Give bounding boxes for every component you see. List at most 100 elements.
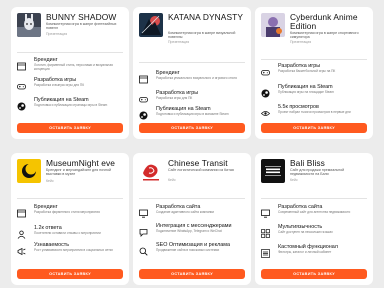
feature-item: Брендинг Разработка фирменного стиля мер… — [17, 204, 125, 224]
feature-item: Разработка игры Разработка баскетбольной… — [261, 63, 369, 83]
layout-icon — [17, 205, 26, 218]
project-card-bunny-shadow[interactable]: BUNNY SHADOW Компьютерная игра в жанре ф… — [11, 7, 129, 139]
project-card-museumnight[interactable]: MuseumNight eve Брендинг и мерчандайзинг… — [11, 153, 129, 285]
eye-icon — [260, 105, 271, 116]
submit-request-button[interactable]: ОСТАВИТЬ ЗАЯВКУ — [139, 123, 245, 133]
divider — [139, 198, 245, 199]
portfolio-grid: BUNNY SHADOW Компьютерная игра в жанре ф… — [11, 7, 373, 285]
project-logo — [139, 13, 163, 37]
feature-desc: Разработка уникального визуального и игр… — [156, 76, 237, 80]
feature-desc: Современный сайт для агентства недвижимо… — [278, 210, 351, 214]
layout-icon — [139, 71, 148, 84]
card-header: KATANA DYNASTY Компьютерная игра в жанре… — [139, 13, 247, 45]
project-tag[interactable]: Презентация — [46, 32, 67, 36]
feature-item: Публикация на Steam Публикация игры на п… — [261, 84, 369, 104]
project-logo — [261, 13, 285, 37]
megaphone-icon — [17, 243, 26, 256]
feature-desc: Создание адаптивного сайта компании — [156, 210, 215, 214]
project-title: BUNNY SHADOW — [46, 12, 117, 22]
card-header: Chinese Transit Сайт логистической компа… — [139, 159, 247, 191]
divider — [261, 198, 367, 199]
feature-desc: Разработка фирменного стиля мероприятия — [34, 210, 100, 214]
project-card-chinese-transit[interactable]: Chinese Transit Сайт логистической компа… — [133, 153, 251, 285]
monitor-icon — [139, 205, 148, 218]
feature-desc: Подготовка и публикация игры в магазине … — [156, 112, 229, 116]
divider — [261, 59, 367, 60]
feature-desc: Продвижение сайта в поисковых системах — [156, 248, 220, 252]
feature-desc: Фильтры, каталог и личный кабинет — [278, 250, 332, 254]
project-title: Bali Bliss — [290, 158, 325, 168]
steam-icon — [261, 85, 270, 98]
submit-request-button[interactable]: ОСТАВИТЬ ЗАЯВКУ — [261, 123, 367, 133]
feature-desc: Публикация игры на площадке Steam — [278, 90, 334, 94]
gamepad-icon — [139, 91, 148, 103]
feature-item: Брендинг Разработка уникального визуальн… — [139, 70, 247, 90]
grid-icon — [261, 225, 270, 238]
project-tag[interactable]: Кейс — [168, 178, 176, 182]
project-logo — [139, 159, 163, 183]
card-header: BUNNY SHADOW Компьютерная игра в жанре ф… — [17, 13, 125, 45]
project-tag[interactable]: Презентация — [290, 40, 311, 44]
layout-icon — [17, 58, 26, 71]
project-card-bali-bliss[interactable]: Bali Bliss Сайт для продажи премиальной … — [255, 153, 373, 285]
gamepad-icon — [261, 64, 270, 76]
project-title: MuseumNight eve — [46, 158, 115, 168]
feature-item: 5.5к просмотров Проект набрал тысячи про… — [260, 104, 369, 124]
project-tag[interactable]: Презентация — [168, 40, 189, 44]
feature-item: Публикация на Steam Подготовка и публика… — [17, 97, 125, 117]
gamepad-icon — [17, 78, 26, 90]
feature-item: Интеграция с мессенджерами Подключение W… — [139, 223, 247, 243]
project-subtitle: Брендинг и мерчандайзинг для ночной выст… — [46, 168, 111, 177]
project-title: Cyberdunk Anime Edition — [290, 12, 358, 31]
project-subtitle: Сайт для продажи премиальной недвижимост… — [290, 168, 345, 177]
feature-desc: Рост узнаваемости мероприятия в социальн… — [34, 248, 113, 252]
feature-item: Разработка сайта Современный сайт для аг… — [261, 204, 369, 224]
divider — [139, 62, 245, 63]
card-header: MuseumNight eve Брендинг и мерчандайзинг… — [17, 159, 125, 191]
card-header: Cyberdunk Anime Edition Компьютерная игр… — [261, 13, 369, 45]
feature-item: Узнаваемость Рост узнаваемости мероприят… — [17, 242, 125, 262]
search-icon — [139, 243, 148, 256]
feature-desc: Сайт доступен на нескольких языках — [278, 230, 333, 234]
project-subtitle: Компьютерная игра в жанре фэнтезийных но… — [46, 22, 117, 31]
project-title: Chinese Transit — [168, 158, 228, 168]
divider — [17, 198, 123, 199]
submit-request-button[interactable]: ОСТАВИТЬ ЗАЯВКУ — [261, 269, 367, 279]
feature-desc: Разработка баскетбольной игры на ПК — [278, 69, 336, 73]
submit-request-button[interactable]: ОСТАВИТЬ ЗАЯВКУ — [17, 123, 123, 133]
submit-request-button[interactable]: ОСТАВИТЬ ЗАЯВКУ — [17, 269, 123, 279]
project-subtitle: Сайт логистической компании из Китая — [168, 168, 234, 172]
chat-icon — [139, 224, 148, 237]
list-icon — [261, 245, 270, 258]
feature-desc: Подготовка и публикация страницы игры в … — [34, 103, 108, 107]
feature-desc: Разработка игры для ПК — [156, 96, 193, 100]
feature-item: SEO Оптимизация и реклама Продвижение са… — [139, 242, 247, 262]
feature-item: Мультиязычность Сайт доступен на несколь… — [261, 224, 369, 244]
project-subtitle: Компьютерная игра в жанре спортивного си… — [290, 31, 359, 40]
project-logo — [261, 159, 285, 183]
feature-item: Разработка игры Разработка и выпуск игры… — [17, 77, 125, 97]
divider — [17, 52, 123, 53]
feature-desc: Посетители оставили отзывы о мероприятии — [34, 231, 101, 235]
project-logo — [17, 13, 41, 37]
project-title: KATANA DYNASTY — [168, 12, 244, 22]
project-tag[interactable]: Кейс — [290, 178, 298, 182]
feature-item: Разработка сайта Создание адаптивного са… — [139, 204, 247, 224]
feature-desc: Подключение WhatsApp, Telegram и WeChat — [156, 229, 222, 233]
feature-item: Брендинг Логотип, фирменный стиль, персо… — [17, 57, 125, 77]
feature-desc: Логотип, фирменный стиль, персонажи и ви… — [34, 63, 113, 71]
submit-request-button[interactable]: ОСТАВИТЬ ЗАЯВКУ — [139, 269, 245, 279]
feature-item: Кастомный функционал Фильтры, каталог и … — [261, 244, 369, 264]
steam-icon — [139, 107, 148, 120]
project-card-katana-dynasty[interactable]: KATANA DYNASTY Компьютерная игра в жанре… — [133, 7, 251, 139]
project-logo — [17, 159, 41, 183]
users-icon — [17, 226, 26, 239]
feature-desc: Проект набрал тысячи просмотров в первые… — [278, 110, 351, 114]
project-card-cyberdunk[interactable]: Cyberdunk Anime Edition Компьютерная игр… — [255, 7, 373, 139]
project-tag[interactable]: Кейс — [46, 179, 54, 183]
project-subtitle: Компьютерная игра в жанре визуальной нов… — [168, 31, 236, 40]
steam-icon — [17, 98, 26, 111]
feature-desc: Разработка и выпуск игры для ПК — [34, 83, 85, 87]
card-header: Bali Bliss Сайт для продажи премиальной … — [261, 159, 369, 191]
monitor-icon — [261, 205, 270, 218]
